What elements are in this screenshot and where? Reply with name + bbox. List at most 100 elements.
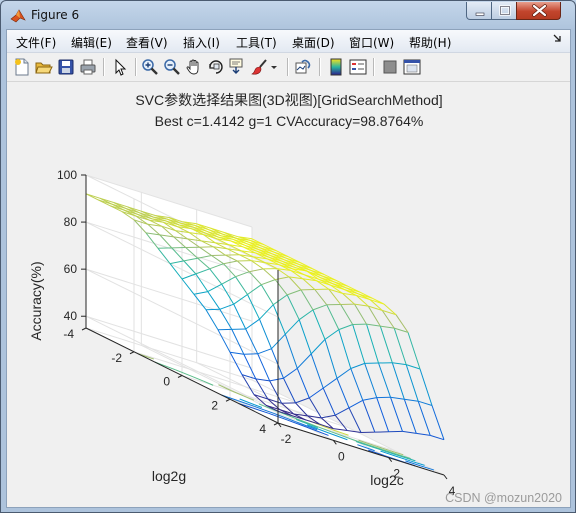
mesh-segment: [312, 309, 326, 340]
z-axis-label: Accuracy(%): [28, 261, 44, 340]
y-tick-label: 2: [211, 398, 218, 412]
legend-icon[interactable]: [349, 58, 367, 76]
open-file-icon[interactable]: [35, 58, 53, 76]
mesh-segment: [322, 387, 336, 416]
mesh-segment: [416, 432, 431, 436]
mesh-segment: [326, 304, 340, 330]
menu-insert[interactable]: 插入(I): [183, 34, 220, 51]
save-icon[interactable]: [57, 58, 75, 76]
toolbar-separator: [319, 58, 320, 76]
surface-plot[interactable]: -2024-4-2024406080100 SVC参数选择结果图(3D视图)[G…: [7, 82, 570, 507]
y-axis-label: log2g: [152, 468, 186, 484]
figure-canvas[interactable]: -2 0 2 4 -4 -2 0 2 4 40 60 80 100 SVC参数选择结果图(3D视图)[G…: [7, 82, 570, 507]
mesh-segment: [350, 362, 365, 369]
zoom-out-icon[interactable]: [163, 58, 181, 76]
mesh-segment: [324, 329, 340, 340]
mesh-segment: [392, 362, 407, 366]
figure-window: Figure 6 文件(F) 编辑(E) 查看(V) 插入(I) 工具(T) 桌…: [0, 0, 576, 513]
y-tick-mark: [273, 422, 279, 426]
maximize-button[interactable]: [491, 2, 517, 20]
minimize-button[interactable]: [466, 2, 492, 20]
toolbar-separator: [135, 58, 136, 76]
title-bar[interactable]: Figure 6: [1, 1, 575, 29]
y-tick-label: -4: [63, 327, 74, 341]
mesh-segment: [390, 396, 405, 400]
mesh-segment: [393, 327, 407, 365]
edit-plot-arrow-icon[interactable]: [111, 58, 129, 76]
mesh-segment: [362, 400, 376, 433]
rotate-3d-icon[interactable]: [207, 58, 225, 76]
print-icon[interactable]: [79, 58, 97, 76]
mesh-segment: [380, 325, 395, 329]
brush-dropdown-icon[interactable]: [270, 58, 278, 76]
new-figure-icon[interactable]: [13, 58, 31, 76]
mesh-segment: [431, 405, 445, 440]
menu-desktop[interactable]: 桌面(D): [292, 34, 335, 51]
pan-hand-icon[interactable]: [185, 58, 203, 76]
toolbar-separator: [103, 58, 104, 76]
dock-arrow-icon[interactable]: [552, 33, 562, 45]
mesh-segment: [338, 324, 353, 331]
mesh-segment: [334, 407, 350, 416]
mesh-segment: [366, 323, 379, 364]
mesh-segment: [402, 430, 417, 434]
mesh-segment: [376, 397, 390, 432]
menu-help[interactable]: 帮助(H): [409, 34, 451, 51]
mesh-segment: [296, 368, 310, 399]
mesh-segment: [283, 367, 298, 379]
toolbar-separator: [373, 58, 374, 76]
menu-file[interactable]: 文件(F): [16, 34, 56, 51]
figure-toolbar: [7, 53, 570, 82]
link-plot-icon[interactable]: [295, 58, 313, 76]
z-tick-label: 40: [64, 309, 78, 323]
y-tick-mark: [129, 351, 135, 355]
mesh-segment: [336, 378, 350, 408]
z-tick-label: 80: [64, 215, 78, 229]
mesh-segment: [407, 332, 421, 370]
figure-client-area: 文件(F) 编辑(E) 查看(V) 插入(I) 工具(T) 桌面(D) 窗口(W…: [6, 29, 571, 508]
mesh-segment: [391, 362, 405, 400]
mesh-segment: [430, 434, 445, 441]
x-axis-label: log2c: [370, 472, 403, 488]
mesh-segment: [419, 368, 433, 406]
brush-icon[interactable]: [251, 58, 269, 76]
zoom-in-icon[interactable]: [141, 58, 159, 76]
mesh-segment: [310, 353, 324, 389]
mesh-segment: [284, 319, 300, 335]
menu-tools[interactable]: 工具(T): [236, 34, 277, 51]
mesh-segment: [314, 289, 328, 306]
x-axis-line: [277, 422, 445, 476]
menu-edit[interactable]: 编辑(E): [71, 34, 112, 51]
x-tick-mark: [443, 474, 448, 480]
menu-window[interactable]: 窗口(W): [349, 34, 394, 51]
mesh-segment: [309, 387, 324, 399]
y-tick-label: 4: [259, 422, 266, 436]
close-button[interactable]: [516, 2, 561, 20]
window-title: Figure 6: [31, 8, 80, 22]
mesh-segment: [312, 304, 327, 311]
z-tick-label: 60: [64, 262, 78, 276]
watermark: CSDN @mozun2020: [445, 491, 562, 505]
mesh-segment: [338, 329, 352, 369]
close-icon: [532, 4, 547, 17]
x-tick-label: 0: [338, 449, 345, 463]
show-plot-tools-icon[interactable]: [403, 58, 421, 76]
mesh-segment: [296, 353, 312, 369]
menu-view[interactable]: 查看(V): [126, 34, 168, 51]
mesh-segment: [379, 325, 393, 363]
mesh-segment: [286, 294, 300, 320]
mesh-segment: [350, 368, 364, 401]
mesh-segment: [310, 339, 326, 355]
y-tick-mark: [225, 398, 231, 402]
maximize-icon: [499, 5, 511, 16]
mesh-segment: [404, 398, 419, 402]
hide-plot-tools-icon[interactable]: [381, 58, 399, 76]
mesh-segment: [298, 309, 314, 321]
mesh-segment: [295, 397, 310, 404]
data-cursor-icon[interactable]: [229, 58, 247, 76]
mesh-segment: [362, 397, 377, 401]
mesh-segment: [348, 399, 364, 409]
colorbar-icon[interactable]: [327, 58, 345, 76]
mesh-segment: [405, 364, 419, 402]
menu-bar: 文件(F) 编辑(E) 查看(V) 插入(I) 工具(T) 桌面(D) 窗口(W…: [7, 30, 570, 53]
